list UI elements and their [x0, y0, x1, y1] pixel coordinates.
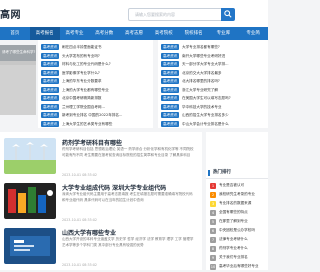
nav-item[interactable]: 高考院校: [149, 27, 179, 40]
news-list-left: 高考资讯 刷在四点半钟里面能证书 高考资讯 头大学发布的有专业吗? 高考资讯 材料与化工的…: [38, 40, 153, 128]
article-title[interactable]: 药剂学考研科目有哪些: [62, 138, 122, 147]
news-link[interactable]: 北京中国考研精简新排数: [62, 95, 148, 101]
article-summary: 药剂学考研科目包括 思想政治理论 英语一 药学综合 分析化学和有机化学等 不同院…: [62, 147, 194, 157]
nav-item[interactable]: 专业简: [238, 27, 268, 40]
news-link[interactable]: 山西的招生大学专业排名多少: [182, 112, 268, 118]
nav-item[interactable]: 高考志愿: [119, 27, 149, 40]
article-summary: 深圳大学专业组代码主要用于高考志愿填报 考生在填报志愿时需要准确填写院校代码和专…: [62, 192, 193, 202]
main-nav: 首页 高考报名 高考专业 高考分数 高考志愿 高考院校 院校排名 专业库 专业简: [0, 27, 268, 40]
ranking-header: 热门排行: [206, 168, 268, 179]
nav-item[interactable]: 院校排名: [179, 27, 209, 40]
search-icon: [224, 10, 232, 18]
nav-item[interactable]: 首页: [0, 27, 30, 40]
category-tag[interactable]: 高考资讯: [41, 69, 60, 76]
news-list-right: 高考资讯 大学专业排名都有哪些? 高考资讯 南开大学哪些专业考研好进 高考资讯 天一部分学…: [158, 40, 268, 128]
category-tag[interactable]: 高考资讯: [41, 112, 60, 118]
news-link[interactable]: 在美国大学生可以填写志愿吗?: [182, 95, 268, 101]
category-tag[interactable]: 高考资讯: [161, 44, 180, 50]
category-tag[interactable]: 高考资讯: [161, 52, 180, 59]
news-link[interactable]: 刷在四点半钟里面能证书: [62, 44, 148, 50]
news-link[interactable]: 医学影像学专业学什么?: [62, 70, 148, 76]
category-tag[interactable]: 高考资讯: [41, 120, 60, 127]
news-link[interactable]: 新考到专业排名 中国的2022年排名...: [62, 112, 148, 118]
news-link[interactable]: 上海的大学专业都有哪些专业: [62, 87, 148, 93]
nav-item[interactable]: 高考分数: [89, 27, 119, 40]
category-tag[interactable]: 高考资讯: [161, 69, 180, 76]
hero-image[interactable]: 请考了哪些生命科学?: [0, 45, 36, 115]
news-link[interactable]: 浙江大学专业研究了解: [182, 87, 268, 93]
article-thumbnail[interactable]: [4, 228, 56, 264]
site-logo[interactable]: 高网: [0, 6, 21, 21]
article-summary: 山西大学开设的本科专业涵盖文学 历史学 哲学 经济学 法学 教育学 理学 工学 …: [62, 237, 194, 247]
hero-bottom: [0, 65, 36, 115]
news-link[interactable]: 中山大学会计专业排名是什么: [182, 121, 268, 127]
category-tag[interactable]: 高考资讯: [161, 95, 180, 101]
ranking-link[interactable]: 高考毕业后有哪些好专业: [219, 261, 269, 272]
news-link[interactable]: 材料与化工的专业代码是什么?: [62, 61, 148, 67]
news-link[interactable]: 上海大学生的艺术类专业有哪些: [62, 121, 148, 127]
article-title[interactable]: 大学专业组成代码 深圳大学专业组代码: [62, 183, 166, 192]
category-tag[interactable]: 高考资讯: [41, 52, 60, 59]
news-link[interactable]: 上海的华东专业分数要求: [62, 78, 148, 84]
category-tag[interactable]: 高考资讯: [41, 95, 60, 101]
article-title[interactable]: 山西大学有哪些专业: [62, 228, 116, 237]
category-tag[interactable]: 高考资讯: [161, 86, 180, 93]
news-link[interactable]: 南开大学哪些专业考研好进: [182, 53, 268, 59]
category-tag[interactable]: 高考资讯: [41, 103, 60, 110]
article-thumbnail[interactable]: [4, 138, 56, 174]
rank-number: 10: [210, 264, 216, 270]
news-link[interactable]: 北京的交大大学排名最多: [182, 70, 268, 76]
search-button[interactable]: [221, 8, 235, 21]
category-tag[interactable]: 高考资讯: [161, 112, 180, 118]
category-tag[interactable]: 高考资讯: [41, 61, 60, 67]
site-header: 高网 请输入您要搜索的内容: [0, 0, 268, 27]
category-tag[interactable]: 高考资讯: [161, 78, 180, 84]
ranking-item[interactable]: 10 高考毕业后有哪些好专业: [210, 261, 268, 272]
news-link[interactable]: 兰州理工学院全国自考网...: [62, 104, 148, 110]
news-link[interactable]: 头大学发布的有专业吗?: [62, 53, 148, 59]
news-link[interactable]: 天一部分学大学专业大学排...: [182, 61, 268, 67]
nav-item[interactable]: 专业库: [208, 27, 238, 40]
ranking-header-bar: [208, 170, 210, 176]
category-tag[interactable]: 高考资讯: [41, 44, 60, 50]
category-tag[interactable]: 高考资讯: [161, 61, 180, 67]
news-link[interactable]: 华中科技大学的技术专业: [182, 104, 268, 110]
search-placeholder: 请输入您要搜索的内容: [135, 12, 175, 17]
category-tag[interactable]: 高考资讯: [41, 78, 60, 84]
ranking-title: 热门排行: [213, 170, 231, 175]
article-list: 药剂学考研科目有哪些 药剂学考研科目包括 思想政治理论 英语一 药学综合 分析化学…: [0, 132, 202, 270]
article-thumbnail[interactable]: [4, 183, 56, 219]
article-date: 2023-10-01 08:35:02: [62, 218, 98, 222]
nav-item[interactable]: 高考报名: [29, 27, 60, 40]
category-tag[interactable]: 高考资讯: [161, 103, 180, 110]
news-link[interactable]: 大学专业排名都有哪些?: [182, 44, 268, 50]
news-link[interactable]: 北大排名哪里的排名吗?: [182, 78, 268, 84]
category-tag[interactable]: 高考资讯: [161, 120, 180, 127]
article-date: 2023-10-01 08:35:02: [62, 263, 98, 267]
search-input[interactable]: 请输入您要搜索的内容: [128, 8, 223, 21]
article-date: 2023-10-01 08:35:02: [62, 173, 98, 177]
hero-label: 请考了哪些生命科学?: [2, 50, 36, 54]
nav-item[interactable]: 高考专业: [60, 27, 90, 40]
category-tag[interactable]: 高考资讯: [41, 86, 60, 93]
